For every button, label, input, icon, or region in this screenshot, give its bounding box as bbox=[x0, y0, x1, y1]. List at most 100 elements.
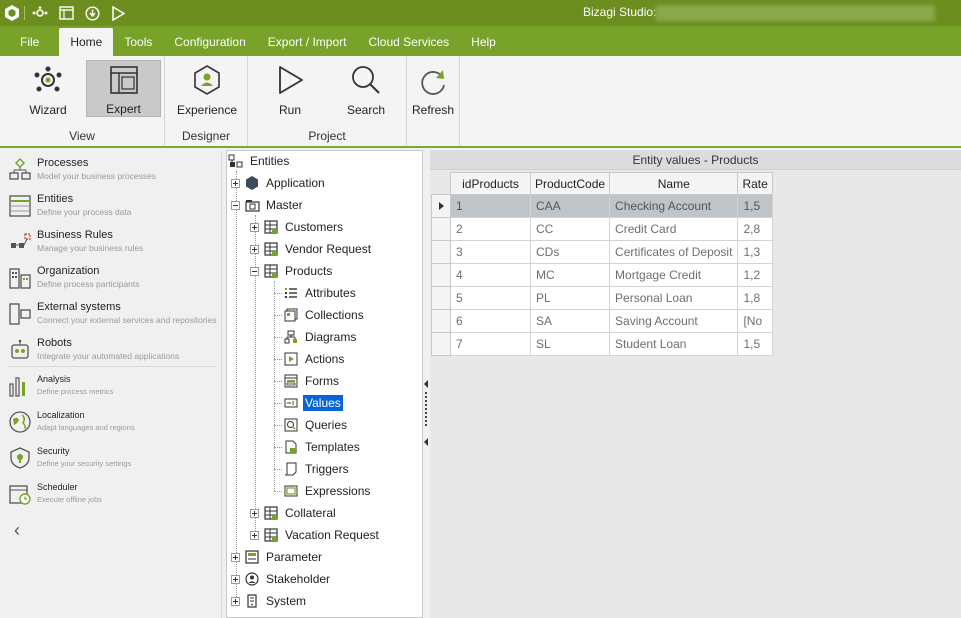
tree-node-vendor-request[interactable]: Vendor Request bbox=[250, 239, 373, 259]
collapse-nav-chevron-icon[interactable]: ‹ bbox=[14, 520, 20, 541]
grid-cell[interactable]: Personal Loan bbox=[609, 286, 739, 310]
grid-cell[interactable]: PL bbox=[529, 286, 611, 310]
tree-node-forms[interactable]: Forms bbox=[283, 371, 341, 391]
grid-cell[interactable]: CDs bbox=[529, 240, 611, 264]
grid-cell[interactable]: [No bbox=[737, 309, 773, 333]
run-button[interactable]: Run bbox=[256, 60, 324, 117]
menu-home[interactable]: Home bbox=[59, 28, 114, 56]
tree-node-stakeholder[interactable]: Stakeholder bbox=[231, 569, 332, 589]
grid-cell[interactable]: 2,8 bbox=[737, 217, 773, 241]
table-row[interactable]: 6 SA Saving Account [No bbox=[431, 309, 773, 333]
row-header[interactable] bbox=[431, 286, 451, 310]
row-header[interactable] bbox=[431, 263, 451, 287]
grid-cell[interactable]: Student Loan bbox=[609, 332, 739, 356]
tree-node-expressions[interactable]: Expressions bbox=[283, 481, 372, 501]
refresh-button[interactable]: Refresh bbox=[409, 60, 457, 117]
row-header[interactable] bbox=[431, 309, 451, 333]
row-header[interactable] bbox=[431, 194, 451, 218]
tree-node-queries[interactable]: Queries bbox=[283, 415, 349, 435]
table-row[interactable]: 4 MC Mortgage Credit 1,2 bbox=[431, 263, 773, 287]
nav-item-localization[interactable]: Localization Adapt languages and regions bbox=[8, 406, 220, 440]
menu-help[interactable]: Help bbox=[460, 28, 507, 56]
grid-cell[interactable]: Certificates of Deposit bbox=[609, 240, 739, 264]
row-header[interactable] bbox=[431, 332, 451, 356]
menu-tools[interactable]: Tools bbox=[113, 28, 163, 56]
menu-export-import[interactable]: Export / Import bbox=[257, 28, 358, 56]
tree-node-diagrams[interactable]: Diagrams bbox=[283, 327, 358, 347]
tree-node-collateral[interactable]: Collateral bbox=[250, 503, 338, 523]
grid-cell[interactable]: Credit Card bbox=[609, 217, 739, 241]
tree-node-templates[interactable]: Templates bbox=[283, 437, 362, 457]
experience-button[interactable]: Experience bbox=[173, 60, 241, 117]
nav-item-security[interactable]: Security Define your security settings bbox=[8, 442, 220, 476]
search-button[interactable]: Search bbox=[332, 60, 400, 117]
grid-cell[interactable]: 1,3 bbox=[737, 240, 773, 264]
table-row[interactable]: 1 CAA Checking Account 1,5 bbox=[431, 194, 773, 218]
grid-cell[interactable]: SA bbox=[529, 309, 611, 333]
tree-node-values[interactable]: Values bbox=[283, 393, 344, 413]
experience-quick-icon[interactable] bbox=[79, 0, 105, 26]
wizard-quick-icon[interactable] bbox=[27, 0, 53, 26]
expert-button[interactable]: Expert bbox=[86, 60, 161, 117]
expand-icon[interactable] bbox=[231, 574, 240, 584]
grid-cell[interactable]: 1,8 bbox=[737, 286, 773, 310]
nav-item-robots[interactable]: Robots Integrate your automated applicati… bbox=[8, 334, 220, 368]
collapse-icon[interactable] bbox=[231, 200, 240, 210]
grid-cell[interactable]: 3 bbox=[450, 240, 531, 264]
expand-icon[interactable] bbox=[250, 508, 259, 518]
grid-cell[interactable]: Mortgage Credit bbox=[609, 263, 739, 287]
tree-node-application[interactable]: Application bbox=[231, 173, 327, 193]
collapse-icon[interactable] bbox=[250, 266, 259, 276]
nav-item-processes[interactable]: Processes Model your business processes bbox=[8, 154, 220, 188]
tree-node-master[interactable]: Master bbox=[231, 195, 305, 215]
tree-node-customers[interactable]: Customers bbox=[250, 217, 345, 237]
expand-icon[interactable] bbox=[250, 244, 259, 254]
grid-cell[interactable]: 1,5 bbox=[737, 332, 773, 356]
table-row[interactable]: 5 PL Personal Loan 1,8 bbox=[431, 286, 773, 310]
expand-icon[interactable] bbox=[250, 222, 259, 232]
menu-file[interactable]: File bbox=[8, 28, 59, 56]
grid-cell[interactable]: Checking Account bbox=[609, 194, 739, 218]
row-header[interactable] bbox=[431, 240, 451, 264]
menu-cloud-services[interactable]: Cloud Services bbox=[357, 28, 460, 56]
tree-node-collections[interactable]: Collections bbox=[283, 305, 366, 325]
grid-cell[interactable]: 1,2 bbox=[737, 263, 773, 287]
grid-cell[interactable]: SL bbox=[529, 332, 611, 356]
tree-node-actions[interactable]: Actions bbox=[283, 349, 346, 369]
expert-quick-icon[interactable] bbox=[53, 0, 79, 26]
grid-cell[interactable]: MC bbox=[529, 263, 611, 287]
column-header[interactable]: ProductCode bbox=[529, 172, 611, 195]
row-header[interactable] bbox=[431, 217, 451, 241]
tree-node-products[interactable]: Products bbox=[250, 261, 334, 281]
column-header[interactable]: Rate bbox=[737, 172, 773, 195]
tree-node-entities[interactable]: Entities bbox=[228, 151, 291, 171]
panel-splitter[interactable] bbox=[423, 150, 430, 618]
column-header[interactable]: Name bbox=[609, 172, 739, 195]
grid-cell[interactable]: 2 bbox=[450, 217, 531, 241]
collapse-left-arrow-icon[interactable] bbox=[424, 438, 428, 446]
grid-cell[interactable]: 6 bbox=[450, 309, 531, 333]
nav-item-external-systems[interactable]: External systems Connect your external se… bbox=[8, 298, 220, 332]
table-row[interactable]: 2 CC Credit Card 2,8 bbox=[431, 217, 773, 241]
expand-icon[interactable] bbox=[250, 530, 259, 540]
grid-cell[interactable]: CC bbox=[529, 217, 611, 241]
expand-icon[interactable] bbox=[231, 178, 240, 188]
grid-cell[interactable]: 1 bbox=[450, 194, 531, 218]
grid-cell[interactable]: 1,5 bbox=[737, 194, 773, 218]
grid-cell[interactable]: CAA bbox=[529, 194, 611, 218]
table-row[interactable]: 3 CDs Certificates of Deposit 1,3 bbox=[431, 240, 773, 264]
column-header[interactable]: idProducts bbox=[450, 172, 531, 195]
tree-node-attributes[interactable]: Attributes bbox=[283, 283, 358, 303]
grid-cell[interactable]: 7 bbox=[450, 332, 531, 356]
grid-cell[interactable]: Saving Account bbox=[609, 309, 739, 333]
expand-icon[interactable] bbox=[231, 596, 240, 606]
nav-item-organization[interactable]: Organization Define process participants bbox=[8, 262, 220, 296]
tree-node-triggers[interactable]: Triggers bbox=[283, 459, 351, 479]
expand-icon[interactable] bbox=[231, 552, 240, 562]
tree-node-vacation-request[interactable]: Vacation Request bbox=[250, 525, 381, 545]
tree-node-parameter[interactable]: Parameter bbox=[231, 547, 324, 567]
collapse-left-arrow-icon[interactable] bbox=[424, 380, 428, 388]
grid-cell[interactable]: 5 bbox=[450, 286, 531, 310]
nav-item-analysis[interactable]: Analysis Define process metrics bbox=[8, 370, 220, 404]
table-row[interactable]: 7 SL Student Loan 1,5 bbox=[431, 332, 773, 356]
